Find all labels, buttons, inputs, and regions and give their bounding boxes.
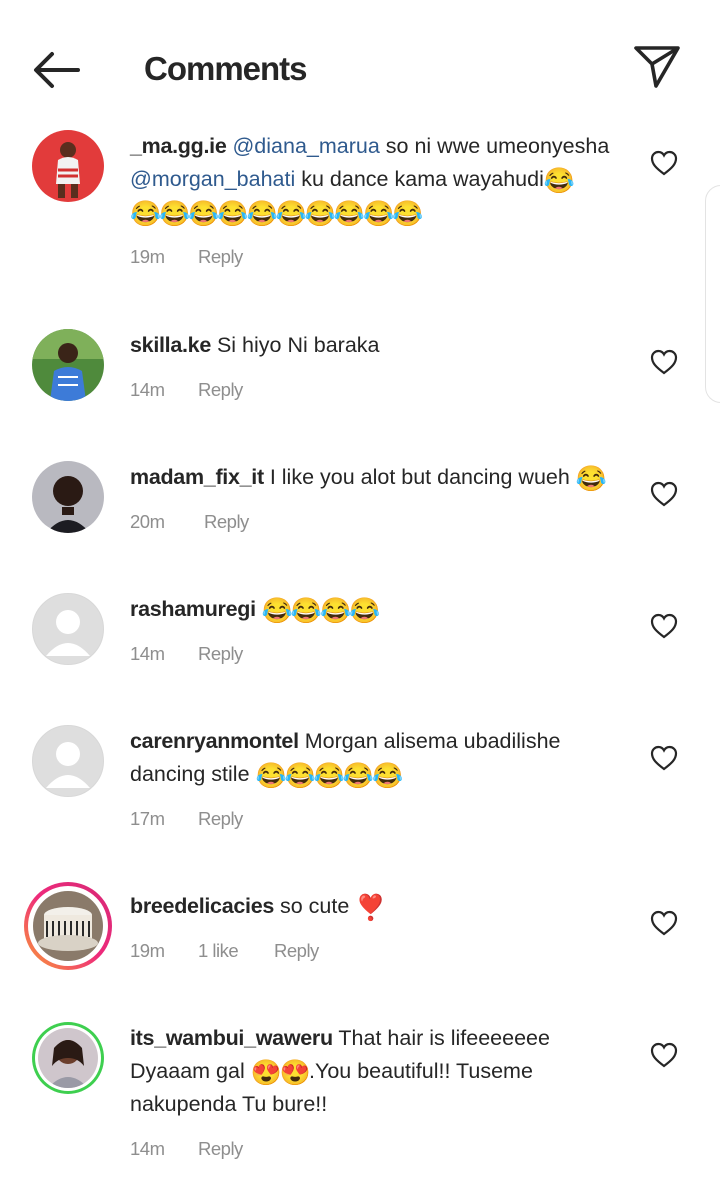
avatar — [38, 1028, 98, 1088]
paper-plane-icon — [634, 46, 680, 88]
laughing-emoji: 😂😂😂😂 — [261, 597, 381, 625]
comment-username[interactable]: carenryanmontel — [130, 729, 299, 753]
comment-text: its_wambui_waweru That hair is lifeeeeee… — [130, 1022, 630, 1121]
comment-body: Si hiyo Ni baraka — [216, 333, 380, 357]
avatar[interactable] — [32, 329, 104, 401]
reply-button[interactable]: Reply — [198, 379, 243, 401]
comment-meta: 14m Reply — [130, 643, 243, 665]
reply-button[interactable]: Reply — [198, 643, 243, 665]
reply-button[interactable]: Reply — [204, 511, 249, 533]
comment-username[interactable]: breedelicacies — [130, 894, 274, 918]
like-button[interactable] — [650, 349, 678, 375]
comment-meta: 17m Reply — [130, 808, 243, 830]
like-button[interactable] — [650, 745, 678, 771]
comment-body: so cute — [280, 894, 350, 918]
comment-time: 19m — [130, 940, 165, 961]
heart-outline-icon — [650, 910, 678, 936]
comment-text: skilla.ke Si hiyo Ni baraka — [130, 329, 630, 362]
comment-text: breedelicacies so cute ❣️ — [130, 890, 630, 923]
comment-meta: 19m 1 like Reply — [130, 940, 319, 962]
header: Comments — [0, 0, 720, 130]
comment-username[interactable]: its_wambui_waweru — [130, 1026, 333, 1050]
comment-body: so ni wwe umeonyesha — [385, 134, 610, 158]
avatar[interactable] — [32, 593, 104, 665]
like-button[interactable] — [650, 1042, 678, 1068]
heart-outline-icon — [650, 150, 678, 176]
comment-time: 14m — [130, 379, 165, 400]
like-button[interactable] — [650, 613, 678, 639]
avatar[interactable] — [32, 461, 104, 533]
comment-text: madam_fix_it I like you alot but dancing… — [130, 461, 630, 494]
story-ring[interactable] — [24, 882, 112, 970]
comment-text: _ma.gg.ie @diana_marua so ni wwe umeonye… — [130, 130, 630, 229]
like-button[interactable] — [650, 910, 678, 936]
laughing-emoji: 😂😂😂😂😂 — [255, 762, 404, 790]
like-button[interactable] — [650, 150, 678, 176]
comment-time: 14m — [130, 643, 165, 664]
comment-meta: 20m Reply — [130, 511, 249, 533]
comment-body: ku dance kama wayahudi — [301, 167, 544, 191]
user-placeholder-icon — [46, 742, 90, 788]
comment-meta: 14m Reply — [130, 379, 243, 401]
arrow-left-icon — [34, 52, 80, 88]
laughing-emoji: 😂 — [575, 465, 607, 493]
heart-outline-icon — [650, 1042, 678, 1068]
comment-meta: 19m Reply — [130, 246, 243, 268]
like-button[interactable] — [650, 481, 678, 507]
story-ring-gap — [28, 886, 108, 966]
story-ring-gap — [35, 1025, 101, 1091]
page-title: Comments — [144, 50, 308, 87]
heart-outline-icon — [650, 481, 678, 507]
heart-eyes-emoji: 😍😍 — [250, 1059, 311, 1087]
comment-username[interactable]: skilla.ke — [130, 333, 211, 357]
avatar[interactable] — [32, 130, 104, 202]
avatar — [33, 891, 103, 961]
avatar[interactable] — [32, 725, 104, 797]
comment-time: 19m — [130, 246, 165, 267]
comment-meta: 14m Reply — [130, 1138, 243, 1160]
reply-button[interactable]: Reply — [198, 1138, 243, 1160]
reply-button[interactable]: Reply — [198, 808, 243, 830]
close-friends-ring[interactable] — [32, 1022, 104, 1094]
laughing-emoji: 😂 — [543, 167, 575, 195]
comment-time: 20m — [130, 511, 165, 532]
heart-exclamation-emoji: ❣️ — [355, 894, 386, 922]
heart-outline-icon — [650, 613, 678, 639]
laughing-emoji: 😂😂😂😂😂😂😂😂😂😂 — [130, 200, 423, 228]
comment-body: I like you alot but dancing wueh — [269, 465, 570, 489]
comment-like-count[interactable]: 1 like — [198, 940, 274, 962]
comment-mention[interactable]: @morgan_bahati — [130, 167, 295, 191]
heart-outline-icon — [650, 745, 678, 771]
reply-button[interactable]: Reply — [274, 940, 319, 962]
comment-username[interactable]: _ma.gg.ie — [130, 134, 227, 158]
comment-time: 17m — [130, 808, 165, 829]
comment-mention[interactable]: @diana_marua — [232, 134, 379, 158]
user-placeholder-icon — [46, 610, 90, 656]
comment-text: rashamuregi 😂😂😂😂 — [130, 593, 630, 626]
heart-outline-icon — [650, 349, 678, 375]
reply-button[interactable]: Reply — [198, 246, 243, 268]
comment-text: carenryanmontel Morgan alisema ubadilish… — [130, 725, 630, 791]
comment-username[interactable]: madam_fix_it — [130, 465, 264, 489]
share-button[interactable] — [632, 42, 682, 92]
comment-username[interactable]: rashamuregi — [130, 597, 256, 621]
comment-time: 14m — [130, 1138, 165, 1159]
scrollbar[interactable] — [705, 185, 720, 403]
back-button[interactable] — [30, 48, 82, 92]
